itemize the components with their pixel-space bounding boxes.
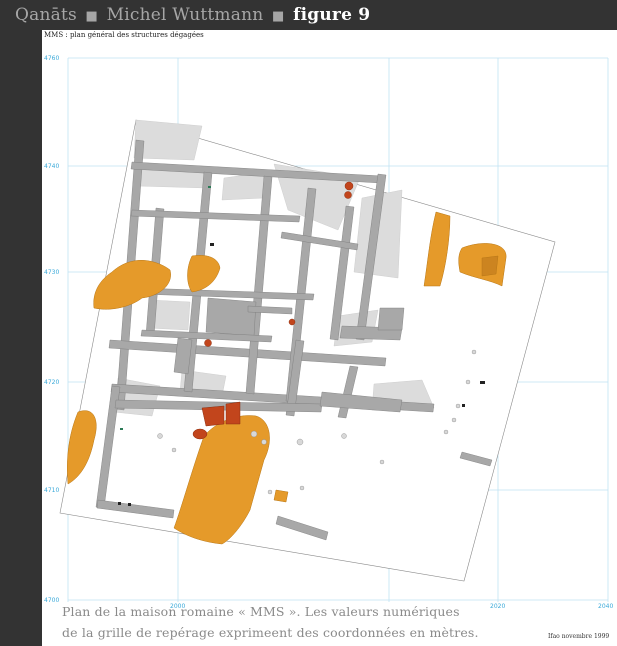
plan-subtitle: MMS : plan général des structures dégagé… — [44, 31, 204, 39]
left-strip — [0, 0, 42, 646]
caption-line-2: de la grille de repérage exprimeent des … — [62, 625, 479, 640]
grid-y-label: 4740 — [44, 163, 59, 170]
separator-square-icon: ■ — [85, 9, 99, 24]
grid-x-label: 2020 — [490, 603, 505, 610]
grid-y-label: 4700 — [44, 597, 59, 604]
separator-square-icon: ■ — [272, 9, 285, 24]
header-author: Michel Wuttmann — [106, 5, 264, 25]
site-plan: 4760 4740 4730 4720 4710 4700 2000 2020 … — [42, 40, 617, 610]
header-bar: Qanāts ■ Michel Wuttmann ■ figure 9 — [0, 0, 617, 30]
grid-y-labels: 4760 4740 4730 4720 4710 4700 — [44, 55, 59, 604]
grid-x-label: 2040 — [598, 603, 613, 610]
caption-line-1: Plan de la maison romaine « MMS ». Les v… — [62, 604, 460, 619]
header-figure-number: figure 9 — [293, 5, 371, 25]
date-note: Ifao novembre 1999 — [548, 633, 610, 640]
figure-caption: Plan de la maison romaine « MMS ». Les v… — [62, 601, 482, 643]
header-series-title: Qanāts — [15, 5, 77, 25]
grid-y-label: 4730 — [44, 269, 59, 276]
grid-y-label: 4760 — [44, 55, 59, 62]
header-title: Qanāts ■ Michel Wuttmann ■ figure 9 — [15, 3, 370, 29]
grid-y-label: 4720 — [44, 379, 59, 386]
grid-y-label: 4710 — [44, 487, 59, 494]
